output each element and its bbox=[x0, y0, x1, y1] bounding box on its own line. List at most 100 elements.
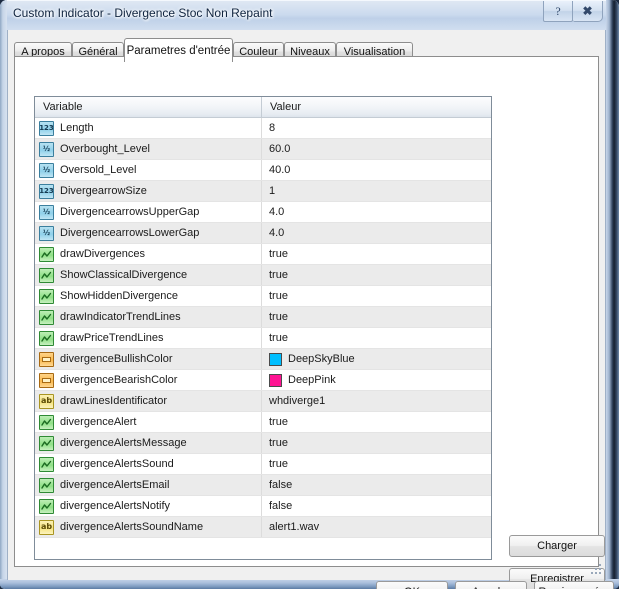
parameter-row[interactable]: ½ Overbought_Level 60.0 bbox=[35, 139, 491, 160]
bool-type-icon bbox=[39, 288, 54, 304]
parameter-value-cell[interactable]: 4.0 bbox=[262, 223, 491, 243]
bool-type-icon bbox=[39, 435, 54, 451]
parameter-name-cell[interactable]: ½ DivergencearrowsUpperGap bbox=[35, 202, 262, 222]
parameter-value-label: DeepPink bbox=[288, 374, 336, 386]
double-type-icon: ½ bbox=[39, 141, 54, 157]
parameter-name-label: DivergearrowSize bbox=[60, 185, 147, 197]
parameter-name-cell[interactable]: divergenceAlert bbox=[35, 412, 262, 432]
parameter-name-cell[interactable]: ShowHiddenDivergence bbox=[35, 286, 262, 306]
parameter-row[interactable]: drawIndicatorTrendLines true bbox=[35, 307, 491, 328]
parameter-name-label: divergenceAlertsEmail bbox=[60, 479, 170, 491]
parameter-value-cell[interactable]: DeepSkyBlue bbox=[262, 349, 491, 369]
parameters-grid[interactable]: Variable Valeur 123 Length 8 ½ Overbought_Le… bbox=[34, 96, 492, 560]
tab-parametres-d-entr-e[interactable]: Parametres d'entrée bbox=[124, 38, 233, 62]
window-title: Custom Indicator - Divergence Stoc Non R… bbox=[13, 6, 273, 20]
parameter-row[interactable]: drawPriceTrendLines true bbox=[35, 328, 491, 349]
parameter-row[interactable]: divergenceAlert true bbox=[35, 412, 491, 433]
parameter-row[interactable]: divergenceAlertsNotify false bbox=[35, 496, 491, 517]
dialog-client-area: A propos Général Parametres d'entrée Couleu… bbox=[7, 30, 614, 589]
parameter-name-cell[interactable]: divergenceAlertsMessage bbox=[35, 433, 262, 453]
parameter-name-cell[interactable]: ShowClassicalDivergence bbox=[35, 265, 262, 285]
parameter-value-label: true bbox=[269, 458, 288, 470]
parameter-value-cell[interactable]: 8 bbox=[262, 118, 491, 138]
parameter-value-cell[interactable]: 40.0 bbox=[262, 160, 491, 180]
parameter-name-cell[interactable]: ab divergenceAlertsSoundName bbox=[35, 517, 262, 537]
parameter-value-cell[interactable]: 1 bbox=[262, 181, 491, 201]
parameter-value-label: false bbox=[269, 479, 293, 491]
parameter-name-cell[interactable]: divergenceBullishColor bbox=[35, 349, 262, 369]
parameter-name-label: DivergencearrowsUpperGap bbox=[60, 206, 200, 218]
parameter-value-cell[interactable]: true bbox=[262, 328, 491, 348]
close-button[interactable]: ✖ bbox=[573, 1, 603, 22]
parameter-name-cell[interactable]: ab drawLinesIdentificator bbox=[35, 391, 262, 411]
parameter-row[interactable]: divergenceBearishColor DeepPink bbox=[35, 370, 491, 391]
reset-button[interactable]: Remise a zéro bbox=[534, 581, 614, 589]
parameter-name-label: ShowClassicalDivergence bbox=[60, 269, 188, 281]
parameter-name-cell[interactable]: divergenceAlertsEmail bbox=[35, 475, 262, 495]
parameter-value-cell[interactable]: true bbox=[262, 244, 491, 264]
tab-label: Parametres d'entrée bbox=[126, 44, 231, 57]
parameter-name-cell[interactable]: ½ Oversold_Level bbox=[35, 160, 262, 180]
bool-type-icon bbox=[39, 330, 54, 346]
parameter-name-cell[interactable]: divergenceAlertsNotify bbox=[35, 496, 262, 516]
resize-grip-dot bbox=[591, 572, 593, 574]
parameter-value-cell[interactable]: 4.0 bbox=[262, 202, 491, 222]
parameter-row[interactable]: divergenceBullishColor DeepSkyBlue bbox=[35, 349, 491, 370]
resize-grip-dot bbox=[599, 564, 601, 566]
color-swatch bbox=[269, 373, 282, 387]
parameter-row[interactable]: ½ DivergencearrowsUpperGap 4.0 bbox=[35, 202, 491, 223]
int-type-icon: 123 bbox=[39, 183, 54, 199]
load-button[interactable]: Charger bbox=[509, 535, 605, 557]
parameter-row[interactable]: ShowClassicalDivergence true bbox=[35, 265, 491, 286]
parameter-name-cell[interactable]: ½ DivergencearrowsLowerGap bbox=[35, 223, 262, 243]
parameter-name-cell[interactable]: drawIndicatorTrendLines bbox=[35, 307, 262, 327]
parameter-row[interactable]: ½ Oversold_Level 40.0 bbox=[35, 160, 491, 181]
parameter-row[interactable]: divergenceAlertsMessage true bbox=[35, 433, 491, 454]
parameter-name-label: Length bbox=[60, 122, 94, 134]
parameter-name-cell[interactable]: 123 Length bbox=[35, 118, 262, 138]
string-type-icon: ab bbox=[39, 393, 54, 409]
parameter-value-cell[interactable]: whdiverge1 bbox=[262, 391, 491, 411]
color-swatch bbox=[269, 352, 282, 366]
parameter-name-cell[interactable]: drawDivergences bbox=[35, 244, 262, 264]
parameter-row[interactable]: divergenceAlertsSound true bbox=[35, 454, 491, 475]
parameter-value-cell[interactable]: alert1.wav bbox=[262, 517, 491, 537]
column-header-value[interactable]: Valeur bbox=[262, 97, 491, 117]
parameter-value-cell[interactable]: true bbox=[262, 412, 491, 432]
parameter-row[interactable]: ShowHiddenDivergence true bbox=[35, 286, 491, 307]
parameter-value-cell[interactable]: true bbox=[262, 286, 491, 306]
parameter-row[interactable]: 123 DivergearrowSize 1 bbox=[35, 181, 491, 202]
parameter-name-cell[interactable]: divergenceAlertsSound bbox=[35, 454, 262, 474]
resize-grip[interactable] bbox=[591, 564, 603, 576]
parameter-name-label: Oversold_Level bbox=[60, 164, 137, 176]
parameter-name-label: divergenceAlertsNotify bbox=[60, 500, 171, 512]
ok-button[interactable]: OK bbox=[376, 581, 448, 589]
parameter-value-cell[interactable]: true bbox=[262, 433, 491, 453]
parameter-name-cell[interactable]: drawPriceTrendLines bbox=[35, 328, 262, 348]
parameter-name-label: Overbought_Level bbox=[60, 143, 150, 155]
help-button[interactable]: ? bbox=[543, 1, 573, 22]
parameter-value-cell[interactable]: DeepPink bbox=[262, 370, 491, 390]
cancel-button[interactable]: Annuler bbox=[455, 581, 527, 589]
parameter-value-cell[interactable]: false bbox=[262, 475, 491, 495]
question-mark-icon: ? bbox=[555, 3, 561, 18]
parameter-value-cell[interactable]: true bbox=[262, 454, 491, 474]
title-bar[interactable]: Custom Indicator - Divergence Stoc Non R… bbox=[0, 0, 619, 30]
parameter-value-cell[interactable]: false bbox=[262, 496, 491, 516]
parameter-row[interactable]: drawDivergences true bbox=[35, 244, 491, 265]
parameter-row[interactable]: ab divergenceAlertsSoundName alert1.wav bbox=[35, 517, 491, 538]
parameter-value-cell[interactable]: true bbox=[262, 265, 491, 285]
parameter-value-cell[interactable]: true bbox=[262, 307, 491, 327]
parameter-row[interactable]: divergenceAlertsEmail false bbox=[35, 475, 491, 496]
parameter-name-cell[interactable]: divergenceBearishColor bbox=[35, 370, 262, 390]
parameter-name-cell[interactable]: 123 DivergearrowSize bbox=[35, 181, 262, 201]
parameter-name-cell[interactable]: ½ Overbought_Level bbox=[35, 139, 262, 159]
column-header-variable[interactable]: Variable bbox=[35, 97, 262, 117]
parameter-row[interactable]: 123 Length 8 bbox=[35, 118, 491, 139]
parameter-value-label: true bbox=[269, 332, 288, 344]
parameter-value-cell[interactable]: 60.0 bbox=[262, 139, 491, 159]
close-icon: ✖ bbox=[582, 4, 593, 18]
parameter-row[interactable]: ½ DivergencearrowsLowerGap 4.0 bbox=[35, 223, 491, 244]
parameter-row[interactable]: ab drawLinesIdentificator whdiverge1 bbox=[35, 391, 491, 412]
parameter-name-label: DivergencearrowsLowerGap bbox=[60, 227, 200, 239]
